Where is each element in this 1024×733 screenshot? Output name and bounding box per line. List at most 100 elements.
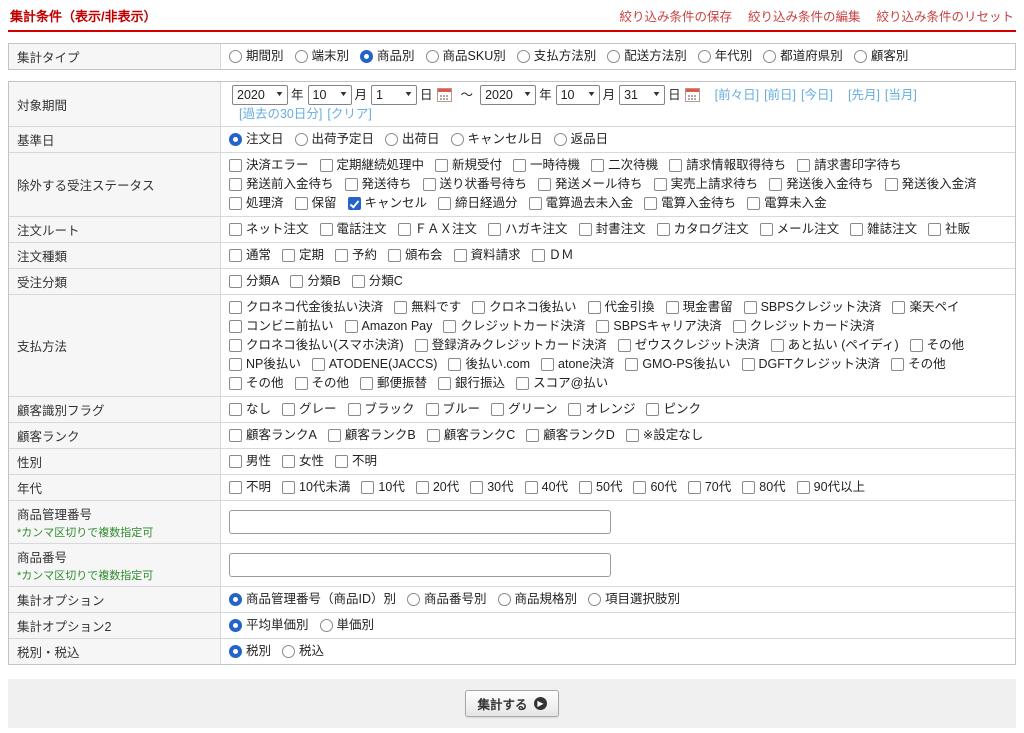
checkbox-icon[interactable] [423, 178, 436, 191]
excluded-order-status-checkbox-option[interactable]: 電算過去未入金 [529, 194, 634, 213]
order-kind-checkbox-option[interactable]: 資料請求 [454, 246, 521, 265]
checkbox-icon[interactable] [388, 249, 401, 262]
radio-checked-icon[interactable] [229, 619, 242, 632]
excluded-order-status-checkbox-option[interactable]: 一時待機 [513, 156, 580, 175]
customer-rank-checkbox-option[interactable]: 顧客ランクA [229, 426, 317, 445]
checkbox-icon[interactable] [320, 223, 333, 236]
checkbox-icon[interactable] [850, 223, 863, 236]
checkbox-icon[interactable] [345, 320, 358, 333]
age-group-checkbox-option[interactable]: 50代 [579, 478, 622, 497]
customer-rank-checkbox-option[interactable]: 顧客ランクC [427, 426, 516, 445]
radio-icon[interactable] [426, 50, 439, 63]
payment-method-checkbox-option[interactable]: SBPSキャリア決済 [596, 317, 721, 336]
checkbox-icon[interactable] [568, 403, 581, 416]
checkbox-icon[interactable] [229, 377, 242, 390]
checkbox-icon[interactable] [885, 178, 898, 191]
order-route-checkbox-option[interactable]: 社販 [928, 220, 970, 239]
payment-method-checkbox-option[interactable]: その他 [229, 374, 284, 393]
summary-type-radio-option[interactable]: 年代別 [698, 47, 753, 66]
radio-icon[interactable] [588, 593, 601, 606]
checkbox-icon[interactable] [335, 249, 348, 262]
radio-icon[interactable] [295, 50, 308, 63]
checkbox-icon[interactable] [361, 481, 374, 494]
excluded-order-status-checkbox-option[interactable]: 発送後入金済 [885, 175, 977, 194]
excluded-order-status-checkbox-option[interactable]: 締日経過分 [438, 194, 518, 213]
excluded-order-status-checkbox-option[interactable]: 発送後入金待ち [769, 175, 874, 194]
checkbox-icon[interactable] [771, 339, 784, 352]
checkbox-icon[interactable] [229, 159, 242, 172]
checkbox-icon[interactable] [282, 403, 295, 416]
payment-method-checkbox-option[interactable]: その他 [910, 336, 965, 355]
payment-method-checkbox-option[interactable]: 現金書留 [666, 298, 733, 317]
start-month-select[interactable]: 10▼ [308, 85, 352, 105]
checkbox-icon[interactable] [348, 403, 361, 416]
excluded-order-status-checkbox-option[interactable]: 請求情報取得待ち [669, 156, 786, 175]
summary-type-radio-option[interactable]: 端末別 [295, 47, 350, 66]
summary-type-radio-option[interactable]: 顧客別 [854, 47, 909, 66]
order-route-checkbox-option[interactable]: 雑誌注文 [850, 220, 917, 239]
checkbox-icon[interactable] [591, 159, 604, 172]
payment-method-checkbox-option[interactable]: 銀行振込 [438, 374, 505, 393]
excluded-order-status-checkbox-option[interactable]: 新規受付 [435, 156, 502, 175]
checkbox-icon[interactable] [416, 481, 429, 494]
checkbox-icon[interactable] [295, 377, 308, 390]
payment-method-checkbox-option[interactable]: ATODENE(JACCS) [312, 355, 438, 374]
excluded-order-status-checkbox-option[interactable]: 発送待ち [345, 175, 412, 194]
start-day-select[interactable]: 1▼ [371, 85, 417, 105]
radio-icon[interactable] [607, 50, 620, 63]
radio-icon[interactable] [498, 593, 511, 606]
end-year-select[interactable]: 2020▼ [480, 85, 536, 105]
checkbox-icon[interactable] [229, 455, 242, 468]
radio-icon[interactable] [763, 50, 776, 63]
checkbox-icon[interactable] [448, 358, 461, 371]
age-group-checkbox-option[interactable]: 40代 [525, 478, 568, 497]
checkbox-icon[interactable] [282, 481, 295, 494]
excluded-order-status-checkbox-option[interactable]: 発送メール待ち [538, 175, 643, 194]
age-group-checkbox-option[interactable]: 10代未満 [282, 478, 350, 497]
checkbox-icon[interactable] [633, 481, 646, 494]
age-group-checkbox-option[interactable]: 10代 [361, 478, 404, 497]
summary-option2-radio-option[interactable]: 単価別 [320, 616, 375, 635]
summary-option2-radio-option[interactable]: 平均単価別 [229, 616, 309, 635]
customer-flag-checkbox-option[interactable]: ブルー [426, 400, 481, 419]
order-route-checkbox-option[interactable]: メール注文 [760, 220, 840, 239]
radio-icon[interactable] [517, 50, 530, 63]
checkbox-icon[interactable] [529, 197, 542, 210]
payment-method-checkbox-option[interactable]: クロネコ後払い [472, 298, 576, 317]
payment-method-checkbox-option[interactable]: クレジットカード決済 [733, 317, 875, 336]
radio-icon[interactable] [854, 50, 867, 63]
checkbox-icon[interactable] [320, 159, 333, 172]
order-route-checkbox-option[interactable]: 電話注文 [320, 220, 387, 239]
payment-method-checkbox-option[interactable]: クロネコ後払い(スマホ決済) [229, 336, 404, 355]
checkbox-icon[interactable] [626, 429, 639, 442]
checkbox-icon[interactable] [928, 223, 941, 236]
excluded-order-status-checkbox-option[interactable]: 定期継続処理中 [320, 156, 425, 175]
checkbox-icon[interactable] [646, 403, 659, 416]
order-class-checkbox-option[interactable]: 分類C [352, 272, 403, 291]
customer-rank-checkbox-option[interactable]: 顧客ランクB [328, 426, 416, 445]
end-day-select[interactable]: 31▼ [619, 85, 665, 105]
reset-filter-link[interactable]: 絞り込み条件のリセット [876, 6, 1014, 25]
checkbox-icon[interactable] [229, 429, 242, 442]
payment-method-checkbox-option[interactable]: 後払い.com [448, 355, 530, 374]
payment-method-checkbox-option[interactable]: Amazon Pay [345, 317, 433, 336]
checkbox-icon[interactable] [657, 223, 670, 236]
summary-type-radio-option[interactable]: 商品別 [360, 47, 415, 66]
age-group-checkbox-option[interactable]: 不明 [229, 478, 271, 497]
excluded-order-status-checkbox-option[interactable]: 送り状番号待ち [423, 175, 528, 194]
checkbox-icon[interactable] [229, 223, 242, 236]
radio-icon[interactable] [385, 133, 398, 146]
order-route-checkbox-option[interactable]: ＦＡＸ注文 [398, 220, 478, 239]
radio-checked-icon[interactable] [229, 645, 242, 658]
payment-method-checkbox-option[interactable]: 代金引換 [588, 298, 655, 317]
edit-filter-link[interactable]: 絞り込み条件の編集 [748, 6, 861, 25]
checkbox-icon[interactable] [513, 159, 526, 172]
age-group-checkbox-option[interactable]: 60代 [633, 478, 676, 497]
gender-checkbox-option[interactable]: 不明 [335, 452, 377, 471]
base-date-radio-option[interactable]: 出荷日 [385, 130, 440, 149]
customer-flag-checkbox-option[interactable]: なし [229, 400, 271, 419]
gender-checkbox-option[interactable]: 男性 [229, 452, 271, 471]
checkbox-checked-icon[interactable] [348, 197, 361, 210]
payment-method-checkbox-option[interactable]: クロネコ代金後払い決済 [229, 298, 383, 317]
checkbox-icon[interactable] [438, 197, 451, 210]
